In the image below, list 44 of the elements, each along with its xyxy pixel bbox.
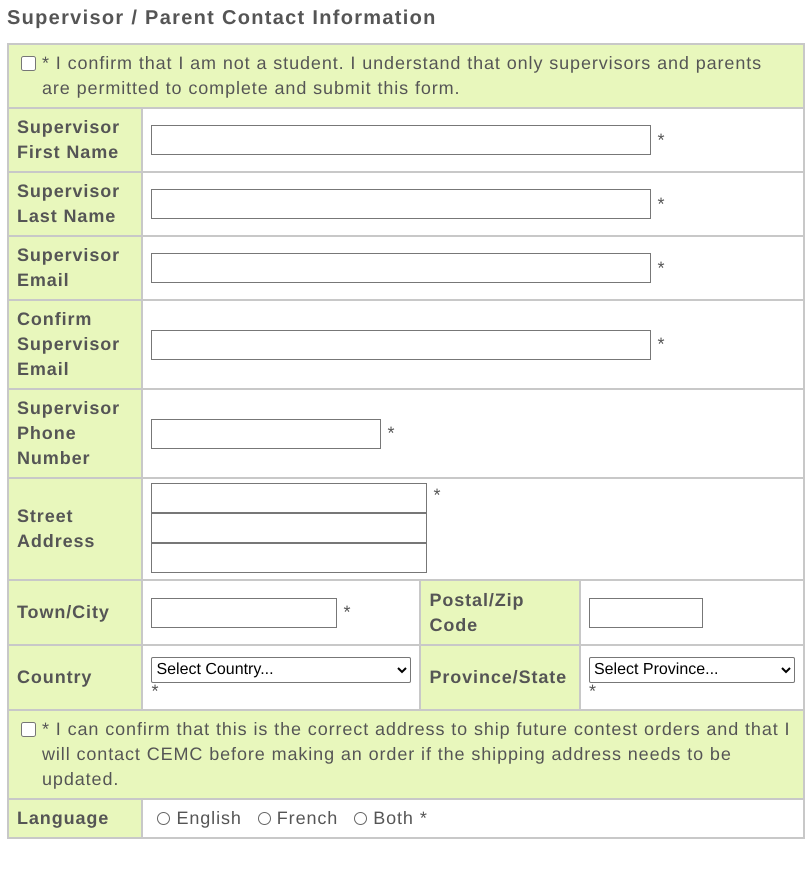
radio-button[interactable] — [157, 812, 170, 825]
option-label: Both — [373, 807, 414, 830]
required-asterisk: * — [420, 807, 428, 830]
text-field[interactable] — [151, 125, 652, 155]
text-field[interactable] — [151, 483, 428, 513]
radio-button[interactable] — [354, 812, 368, 825]
field-label: Street Address — [17, 505, 96, 553]
required-asterisk: * — [588, 682, 597, 698]
checkbox[interactable] — [21, 722, 36, 737]
field-label: Town/City — [17, 601, 110, 624]
text-field[interactable] — [151, 418, 382, 448]
text-field[interactable] — [588, 598, 703, 628]
confirm-text: * I confirm that I am not a student. I understand that only supervisors and parents are permitted to complete and submit this form. — [42, 52, 764, 100]
dropdown[interactable]: Select Country... — [151, 656, 412, 682]
field-label: Country — [17, 666, 92, 689]
field-label: Confirm Supervisor Email — [17, 308, 122, 381]
field-label: Postal/Zip Code — [429, 588, 526, 636]
option-label: English — [176, 807, 242, 830]
option-label: French — [276, 807, 338, 830]
field-label: Supervisor Last Name — [17, 180, 122, 228]
field-label: Province/State — [429, 666, 568, 689]
text-field[interactable] — [151, 330, 652, 360]
text-field[interactable] — [151, 513, 428, 543]
text-field[interactable] — [151, 253, 652, 283]
required-asterisk: * — [387, 422, 396, 445]
required-asterisk: * — [657, 192, 666, 216]
confirm-text: * I can confirm that this is the correct address to ship future contest orders and that I will contact CEMC before making an order if the shipping address needs to be updated. — [42, 718, 792, 791]
required-asterisk: * — [657, 256, 666, 280]
checkbox[interactable] — [21, 56, 36, 71]
required-asterisk: * — [657, 333, 666, 356]
field-label: Language — [17, 807, 110, 830]
field-label: Supervisor Phone Number — [17, 397, 122, 470]
text-field[interactable] — [151, 189, 652, 219]
field-label: Supervisor First Name — [17, 116, 122, 164]
text-field[interactable] — [151, 598, 338, 628]
section-title: Supervisor / Parent Contact Information — [7, 6, 438, 31]
required-asterisk: * — [151, 682, 160, 698]
required-asterisk: * — [657, 128, 666, 152]
field-label: Supervisor Email — [17, 244, 122, 292]
required-asterisk: * — [343, 601, 352, 624]
text-field[interactable] — [151, 543, 428, 573]
required-asterisk: * — [433, 484, 442, 507]
radio-button[interactable] — [258, 812, 271, 825]
dropdown[interactable]: Select Province... — [588, 656, 795, 682]
